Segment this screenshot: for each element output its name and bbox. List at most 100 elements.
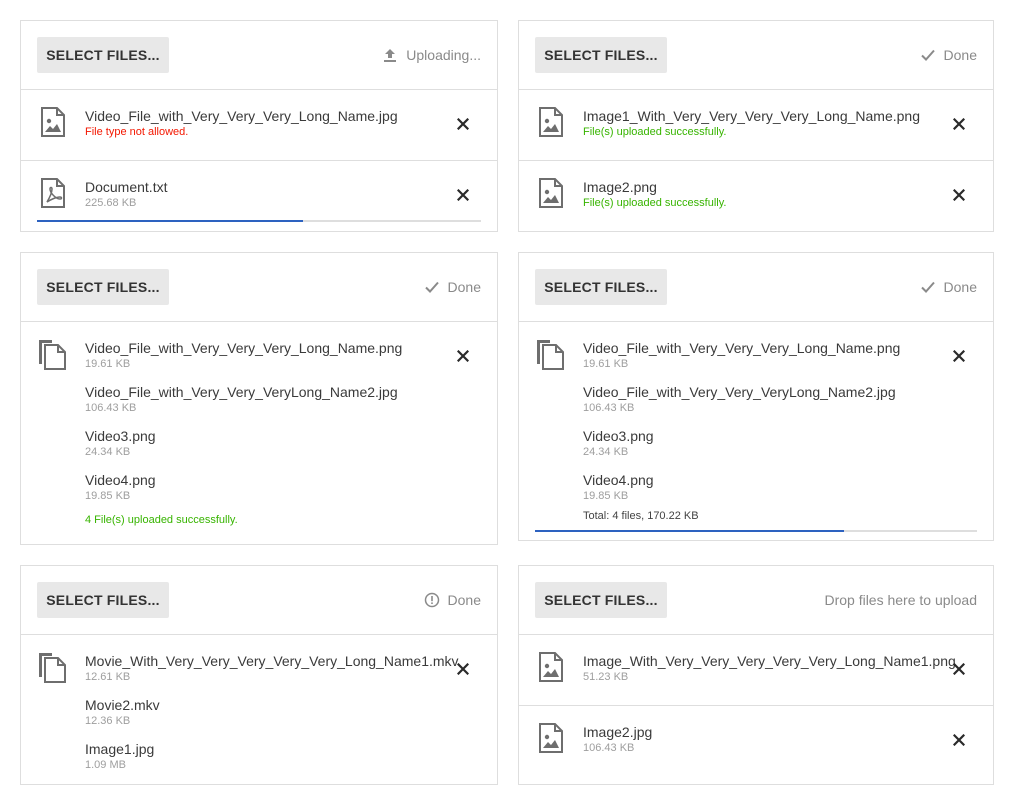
file-name: Video_File_with_Very_Very_Very_Long_Name… xyxy=(85,340,403,356)
image-file-icon xyxy=(37,106,69,138)
file-item: Image1_With_Very_Very_Very_Very_Long_Nam… xyxy=(519,90,993,161)
progress-bar xyxy=(535,530,977,532)
remove-file-button[interactable] xyxy=(453,114,473,134)
file-name: Image1_With_Very_Very_Very_Very_Long_Nam… xyxy=(583,108,920,124)
file-size: 19.61 KB xyxy=(583,358,629,370)
file-size: 24.34 KB xyxy=(583,446,629,458)
upload-toolbar: SELECT FILES... Drop files here to uploa… xyxy=(519,566,993,635)
close-icon xyxy=(457,189,469,201)
progress-bar xyxy=(37,220,481,222)
remove-file-button[interactable] xyxy=(949,185,969,205)
file-name: Video_File_with_Very_Very_Very_Long_Name… xyxy=(583,340,901,356)
multiple-files-icon xyxy=(535,338,567,370)
image-file-icon xyxy=(535,722,567,754)
file-name: Image2.jpg xyxy=(583,724,653,740)
remove-file-button[interactable] xyxy=(949,659,969,679)
upload-toolbar: SELECT FILES... Uploading... xyxy=(21,21,497,90)
upload-panel-2: SELECT FILES... Done Image1_With_Very_Ve… xyxy=(518,20,994,232)
image-file-icon xyxy=(535,106,567,138)
file-size: 1.09 MB xyxy=(85,759,126,771)
file-name: Video_File_with_Very_Very_Very_Long_Name… xyxy=(85,108,398,124)
file-item: Image2.jpg 106.43 KB xyxy=(519,706,993,777)
file-group: Video_File_with_Very_Very_Very_Long_Name… xyxy=(21,322,497,544)
upload-panel-5: SELECT FILES... Done Movie_With_Very_Ver… xyxy=(20,565,498,785)
select-files-button[interactable]: SELECT FILES... xyxy=(535,582,667,618)
check-icon xyxy=(920,279,936,295)
file-name: Video_File_with_Very_Very_VeryLong_Name2… xyxy=(85,384,398,400)
upload-status: Uploading... xyxy=(382,21,481,89)
upload-status: Done xyxy=(920,253,977,321)
upload-status-text: Uploading... xyxy=(406,47,481,63)
file-success-message: File(s) uploaded successfully. xyxy=(583,126,727,138)
select-files-button[interactable]: SELECT FILES... xyxy=(37,269,169,305)
close-icon xyxy=(953,350,965,362)
file-name: Movie_With_Very_Very_Very_Very_Very_Long… xyxy=(85,653,459,669)
drop-zone-hint[interactable]: Drop files here to upload xyxy=(824,566,977,634)
file-name: Movie2.mkv xyxy=(85,697,160,713)
file-size: 19.85 KB xyxy=(85,490,131,502)
select-files-button[interactable]: SELECT FILES... xyxy=(37,37,169,73)
file-name: Document.txt xyxy=(85,179,168,195)
remove-file-button[interactable] xyxy=(949,346,969,366)
upload-toolbar: SELECT FILES... Done xyxy=(519,253,993,322)
remove-file-button[interactable] xyxy=(949,114,969,134)
multiple-files-icon xyxy=(37,651,69,683)
pdf-file-icon xyxy=(37,177,69,209)
upload-status: Done xyxy=(920,21,977,89)
upload-status: Done xyxy=(424,253,481,321)
close-icon xyxy=(457,118,469,130)
close-icon xyxy=(953,663,965,675)
upload-status-text: Done xyxy=(943,47,977,63)
remove-file-button[interactable] xyxy=(949,730,969,750)
group-success-message: 4 File(s) uploaded successfully. xyxy=(85,514,238,526)
remove-file-button[interactable] xyxy=(453,185,473,205)
image-file-icon xyxy=(535,177,567,209)
close-icon xyxy=(457,663,469,675)
file-success-message: File(s) uploaded successfully. xyxy=(583,197,727,209)
upload-status-text: Done xyxy=(447,592,481,608)
upload-toolbar: SELECT FILES... Done xyxy=(21,566,497,635)
file-name: Image2.png xyxy=(583,179,657,195)
file-size: 19.85 KB xyxy=(583,490,629,502)
file-item: Image_With_Very_Very_Very_Very_Very_Long… xyxy=(519,635,993,706)
file-item: Document.txt 225.68 KB xyxy=(21,161,497,231)
file-size: 106.43 KB xyxy=(583,402,635,414)
remove-file-button[interactable] xyxy=(453,659,473,679)
progress-fill xyxy=(535,530,845,532)
remove-file-button[interactable] xyxy=(453,346,473,366)
upload-panel-3: SELECT FILES... Done Video_File_with_Ver… xyxy=(20,252,498,545)
file-name: Video3.png xyxy=(583,428,654,444)
upload-panel-6: SELECT FILES... Drop files here to uploa… xyxy=(518,565,994,785)
file-name: Video3.png xyxy=(85,428,156,444)
file-size: 12.61 KB xyxy=(85,671,131,683)
upload-panel-4: SELECT FILES... Done Video_File_with_Ver… xyxy=(518,252,994,541)
file-name: Video4.png xyxy=(85,472,156,488)
file-size: 106.43 KB xyxy=(85,402,137,414)
select-files-button[interactable]: SELECT FILES... xyxy=(37,582,169,618)
close-icon xyxy=(953,189,965,201)
drop-hint-text: Drop files here to upload xyxy=(824,592,977,608)
group-total: Total: 4 files, 170.22 KB xyxy=(583,510,699,522)
file-name: Video4.png xyxy=(583,472,654,488)
file-group: Movie_With_Very_Very_Very_Very_Very_Long… xyxy=(21,635,497,784)
upload-panel-1: SELECT FILES... Uploading... Video_File_… xyxy=(20,20,498,232)
progress-fill xyxy=(37,220,304,222)
file-error-message: File type not allowed. xyxy=(85,126,189,138)
file-name: Image_With_Very_Very_Very_Very_Very_Long… xyxy=(583,653,956,669)
close-icon xyxy=(953,734,965,746)
upload-status-text: Done xyxy=(447,279,481,295)
close-icon xyxy=(953,118,965,130)
select-files-button[interactable]: SELECT FILES... xyxy=(535,37,667,73)
file-name: Video_File_with_Very_Very_VeryLong_Name2… xyxy=(583,384,896,400)
file-group: Video_File_with_Very_Very_Very_Long_Name… xyxy=(519,322,993,540)
warning-icon xyxy=(424,592,440,608)
upload-toolbar: SELECT FILES... Done xyxy=(21,253,497,322)
check-icon xyxy=(424,279,440,295)
multiple-files-icon xyxy=(37,338,69,370)
file-size: 19.61 KB xyxy=(85,358,131,370)
file-name: Image1.jpg xyxy=(85,741,155,757)
upload-status-text: Done xyxy=(943,279,977,295)
select-files-button[interactable]: SELECT FILES... xyxy=(535,269,667,305)
file-size: 225.68 KB xyxy=(85,197,137,209)
file-size: 24.34 KB xyxy=(85,446,131,458)
